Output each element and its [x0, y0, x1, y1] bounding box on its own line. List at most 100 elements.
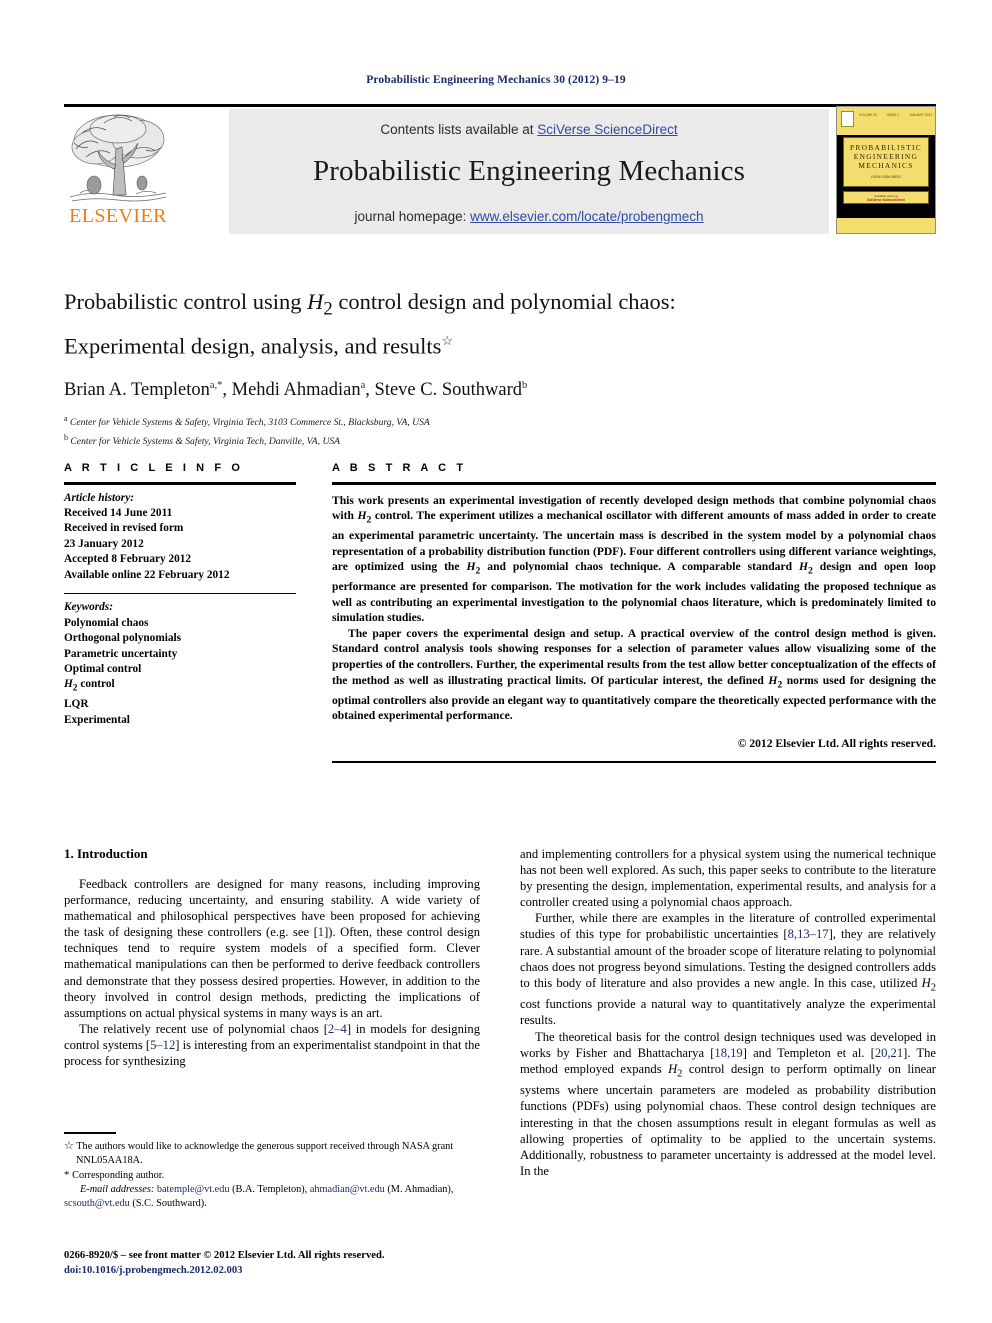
- abstract-heading: A B S T R A C T: [332, 462, 467, 474]
- citation-link[interactable]: 20,21: [875, 1046, 903, 1060]
- author-name[interactable]: Steve C. Southward: [375, 380, 522, 400]
- email-addresses-label: E-mail addresses:: [80, 1183, 155, 1195]
- paragraph: The theoretical basis for the control de…: [520, 1029, 937, 1178]
- title-footnote-star-icon[interactable]: ☆: [441, 333, 453, 348]
- cover-elsevier-mark-icon: [841, 111, 854, 127]
- title-part-1: Probabilistic control using: [64, 289, 308, 314]
- body-text-left: Feedback controllers are designed for ma…: [64, 876, 480, 1069]
- citation-link[interactable]: 5–12: [150, 1038, 175, 1052]
- abstract-body: This work presents an experimental inves…: [332, 485, 936, 752]
- title-part-3: Experimental design, analysis, and resul…: [64, 333, 442, 358]
- cover-title-line-3: MECHANICS: [858, 161, 914, 170]
- affiliation-item: b Center for Vehicle Systems & Safety, V…: [64, 431, 936, 450]
- citation-link[interactable]: 8,13–17: [788, 927, 829, 941]
- journal-homepage-line: journal homepage: www.elsevier.com/locat…: [229, 209, 829, 224]
- page-title: Probabilistic control using H2 control d…: [64, 286, 936, 361]
- cover-date: JANUARY 2012: [909, 113, 932, 117]
- keyword-item[interactable]: Parametric uncertainty: [64, 647, 296, 662]
- body-column-left: 1. Introduction Feedback controllers are…: [64, 846, 480, 1069]
- email-link[interactable]: scsouth@vt.edu: [64, 1198, 130, 1209]
- issn-copyright-block: 0266-8920/$ – see front matter © 2012 El…: [64, 1248, 494, 1278]
- history-item: Accepted 8 February 2012: [64, 553, 192, 566]
- author-separator: ,: [365, 380, 375, 401]
- author-affiliation-marker[interactable]: a,*: [210, 380, 223, 391]
- keyword-item[interactable]: Optimal control: [64, 662, 296, 677]
- keywords-block: Keywords: Polynomial chaos Orthogonal po…: [64, 594, 296, 728]
- footnote-item-emails: E-mail addresses: batemple@vt.edu (B.A. …: [64, 1183, 480, 1211]
- email-owner: (S.C. Southward).: [129, 1197, 207, 1209]
- author-name[interactable]: Mehdi Ahmadian: [232, 380, 361, 400]
- journal-homepage-link[interactable]: www.elsevier.com/locate/probengmech: [470, 209, 703, 224]
- abstract-copyright: © 2012 Elsevier Ltd. All rights reserved…: [737, 736, 936, 750]
- abstract-column: A B S T R A C T This work presents an ex…: [332, 462, 936, 763]
- footnote-item-funding: ☆ The authors would like to acknowledge …: [64, 1139, 480, 1168]
- sciencedirect-link[interactable]: SciVerse ScienceDirect: [537, 122, 677, 137]
- paragraph: Further, while there are examples in the…: [520, 911, 936, 1028]
- email-owner: (M. Ahmadian),: [384, 1183, 454, 1195]
- journal-cover-thumbnail[interactable]: VOLUME 30 ISSUE 1 JANUARY 2012 PROBABILI…: [836, 106, 936, 234]
- keyword-item[interactable]: LQR: [64, 697, 296, 712]
- title-h-symbol: H: [307, 289, 324, 314]
- cover-bottom-band: [837, 218, 935, 233]
- issn-line: 0266-8920/$ – see front matter © 2012 El…: [64, 1250, 385, 1261]
- elsevier-wordmark: ELSEVIER: [69, 205, 167, 227]
- contents-lists-line: Contents lists available at SciVerse Sci…: [229, 122, 829, 137]
- history-item: Available online 22 February 2012: [64, 568, 230, 581]
- cover-issue: ISSUE 1: [886, 113, 900, 117]
- journal-masthead: ELSEVIER Contents lists available at Sci…: [64, 104, 936, 234]
- footnote-rule: [64, 1132, 116, 1134]
- affiliation-text: Center for Vehicle Systems & Safety, Vir…: [69, 417, 430, 429]
- footnote-text: The authors would like to acknowledge th…: [76, 1140, 454, 1166]
- paragraph: and implementing controllers for a physi…: [520, 847, 936, 910]
- masthead-panel: Contents lists available at SciVerse Sci…: [229, 109, 829, 234]
- affiliation-list: a Center for Vehicle Systems & Safety, V…: [64, 412, 936, 449]
- cover-title-box: PROBABILISTIC ENGINEERING MECHANICS ISSN…: [843, 137, 929, 187]
- citation-link[interactable]: 18,19: [714, 1046, 742, 1060]
- footnote-item-corresponding: * Corresponding author.: [64, 1168, 480, 1183]
- cover-volume: VOLUME 30: [859, 113, 877, 117]
- title-part-2: control design and polynomial chaos:: [332, 289, 676, 314]
- cover-volume-line: VOLUME 30 ISSUE 1 JANUARY 2012: [859, 113, 932, 117]
- footnote-block: ☆ The authors would like to acknowledge …: [64, 1132, 480, 1211]
- keyword-item[interactable]: Experimental: [64, 713, 296, 728]
- keyword-item[interactable]: Polynomial chaos: [64, 616, 296, 631]
- author-name[interactable]: Brian A. Templeton: [64, 380, 210, 400]
- email-link[interactable]: batemple@vt.edu: [157, 1184, 230, 1195]
- journal-article-page: Probabilistic Engineering Mechanics 30 (…: [0, 0, 992, 1323]
- footnote-asterisk-icon: *: [64, 1168, 70, 1181]
- abstract-paragraph-2: The paper covers the experimental design…: [332, 626, 936, 723]
- cover-title-line-1: PROBABILISTIC: [850, 143, 922, 152]
- keywords-label: Keywords:: [64, 601, 113, 614]
- title-h-subscript: 2: [323, 298, 333, 320]
- history-item: Received 14 June 2011: [64, 506, 173, 519]
- homepage-prefix: journal homepage:: [354, 209, 471, 224]
- body-text-right: and implementing controllers for a physi…: [520, 846, 936, 1179]
- email-owner: (B.A. Templeton),: [229, 1183, 310, 1195]
- author-affiliation-marker[interactable]: b: [522, 380, 527, 391]
- article-history-label: Article history:: [64, 491, 134, 504]
- affiliation-marker: b: [64, 432, 68, 442]
- cover-band-line-2: SciVerse ScienceDirect: [867, 198, 905, 202]
- contents-prefix: Contents lists available at: [380, 122, 538, 137]
- footnote-star-icon: ☆: [64, 1139, 74, 1152]
- citation-link[interactable]: 2–4: [328, 1022, 347, 1036]
- affiliation-text: Center for Vehicle Systems & Safety, Vir…: [70, 436, 341, 448]
- body-column-right: and implementing controllers for a physi…: [520, 846, 936, 1179]
- keyword-item[interactable]: Orthogonal polynomials: [64, 631, 296, 646]
- journal-title: Probabilistic Engineering Mechanics: [313, 155, 745, 187]
- doi-line[interactable]: doi:10.1016/j.probengmech.2012.02.003: [64, 1263, 494, 1278]
- author-list: Brian A. Templetona,*, Mehdi Ahmadiana, …: [64, 380, 936, 401]
- article-info-heading: A R T I C L E I N F O: [64, 462, 244, 474]
- abstract-paragraph-1: This work presents an experimental inves…: [332, 493, 936, 625]
- keyword-item-h2[interactable]: H2 control: [64, 677, 296, 697]
- cover-availability-band: Available online at SciVerse ScienceDire…: [843, 191, 929, 204]
- elsevier-logo: ELSEVIER: [64, 109, 172, 234]
- affiliation-marker: a: [64, 414, 68, 424]
- masthead-top-rule: [64, 104, 936, 107]
- running-head: Probabilistic Engineering Mechanics 30 (…: [366, 74, 626, 86]
- cover-title-line-2: ENGINEERING: [853, 152, 919, 161]
- abstract-bottom-rule: [332, 761, 936, 763]
- paragraph: Feedback controllers are designed for ma…: [64, 877, 480, 1020]
- email-link[interactable]: ahmadian@vt.edu: [310, 1184, 385, 1195]
